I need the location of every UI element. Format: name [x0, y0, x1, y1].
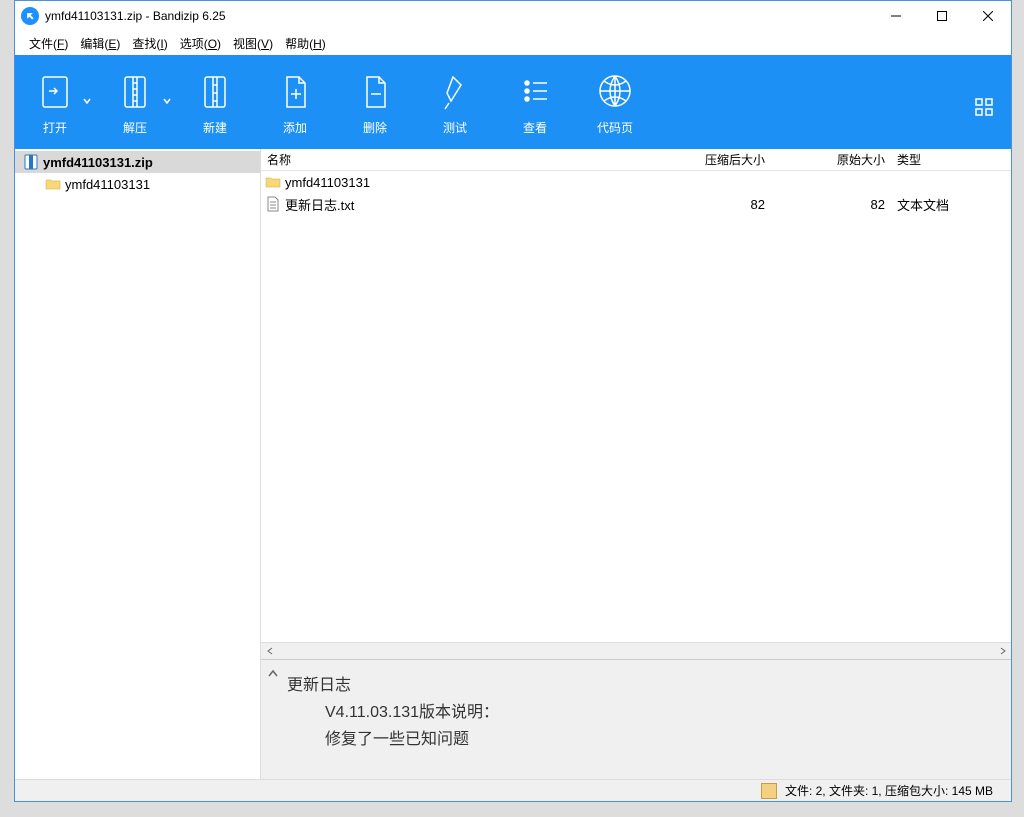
toolbar-add-label: 添加 — [283, 119, 307, 136]
chevron-down-icon[interactable] — [83, 97, 91, 105]
toolbar-view-label: 查看 — [523, 119, 547, 136]
menu-help[interactable]: 帮助(H) — [285, 35, 326, 52]
list-body[interactable]: ymfd41103131 更新日志.txt 82 82 文本文档 — [261, 171, 1011, 642]
archive-icon — [761, 783, 777, 799]
list-row[interactable]: ymfd41103131 — [261, 171, 1011, 193]
zip-icon — [23, 154, 39, 170]
content-area: ymfd41103131.zip ymfd41103131 名称 压缩后大小 原… — [15, 149, 1011, 779]
codepage-icon — [595, 69, 635, 113]
tree-root[interactable]: ymfd41103131.zip — [15, 151, 260, 173]
toolbar-test-label: 测试 — [443, 119, 467, 136]
col-orig[interactable]: 原始大小 — [771, 151, 891, 168]
new-icon — [195, 69, 235, 113]
cell-packed: 82 — [651, 197, 771, 212]
list-header: 名称 压缩后大小 原始大小 类型 — [261, 149, 1011, 171]
toolbar-test[interactable]: 测试 — [415, 55, 495, 149]
view-icon — [515, 69, 555, 113]
test-icon — [435, 69, 475, 113]
folder-icon — [45, 176, 61, 192]
open-icon — [35, 69, 75, 113]
window-controls — [873, 1, 1011, 31]
menubar: 文件(F) 编辑(E) 查找(I) 选项(O) 视图(V) 帮助(H) — [15, 31, 1011, 55]
add-icon — [275, 69, 315, 113]
scroll-left-icon[interactable] — [261, 643, 278, 660]
toolbar-view[interactable]: 查看 — [495, 55, 575, 149]
toolbar-delete[interactable]: 删除 — [335, 55, 415, 149]
tree-panel[interactable]: ymfd41103131.zip ymfd41103131 — [15, 149, 261, 779]
main-panel: 名称 压缩后大小 原始大小 类型 ymfd41103131 更新日志.txt 8… — [261, 149, 1011, 779]
list-row[interactable]: 更新日志.txt 82 82 文本文档 — [261, 193, 1011, 215]
toolbar-layout[interactable] — [975, 55, 1011, 149]
txt-icon — [265, 196, 281, 212]
tree-root-label: ymfd41103131.zip — [43, 155, 153, 170]
tree-child[interactable]: ymfd41103131 — [15, 173, 260, 195]
col-packed[interactable]: 压缩后大小 — [651, 151, 771, 168]
preview-panel[interactable]: 更新日志 V4.11.03.131版本说明： 修复了一些已知问题 — [261, 659, 1011, 779]
toolbar: 打开 解压 新建 添加 删除 测试 查看 代码页 — [15, 55, 1011, 149]
toolbar-open[interactable]: 打开 — [15, 55, 95, 149]
titlebar[interactable]: ymfd41103131.zip - Bandizip 6.25 — [15, 1, 1011, 31]
close-button[interactable] — [965, 1, 1011, 31]
menu-view[interactable]: 视图(V) — [233, 35, 273, 52]
grid-icon — [975, 98, 993, 116]
menu-find[interactable]: 查找(I) — [132, 35, 167, 52]
menu-file[interactable]: 文件(F) — [29, 35, 68, 52]
toolbar-codepage-label: 代码页 — [597, 119, 633, 136]
preview-line-3: 修复了一些已知问题 — [287, 726, 985, 753]
col-type[interactable]: 类型 — [891, 151, 1011, 168]
cell-name: ymfd41103131 — [285, 175, 651, 190]
window-title: ymfd41103131.zip - Bandizip 6.25 — [45, 9, 226, 23]
toolbar-extract[interactable]: 解压 — [95, 55, 175, 149]
maximize-button[interactable] — [919, 1, 965, 31]
col-name[interactable]: 名称 — [261, 151, 651, 168]
toolbar-codepage[interactable]: 代码页 — [575, 55, 655, 149]
delete-icon — [355, 69, 395, 113]
cell-name: 更新日志.txt — [285, 195, 651, 214]
tree-child-label: ymfd41103131 — [65, 177, 150, 192]
app-icon — [21, 7, 39, 25]
chevron-down-icon[interactable] — [163, 97, 171, 105]
status-text: 文件: 2, 文件夹: 1, 压缩包大小: 145 MB — [785, 782, 993, 799]
cell-type: 文本文档 — [891, 195, 1011, 214]
minimize-button[interactable] — [873, 1, 919, 31]
menu-options[interactable]: 选项(O) — [180, 35, 221, 52]
preview-line-1: 更新日志 — [287, 672, 985, 699]
toolbar-extract-label: 解压 — [123, 119, 147, 136]
menu-edit[interactable]: 编辑(E) — [80, 35, 120, 52]
folder-icon — [265, 174, 281, 190]
cell-orig: 82 — [771, 197, 891, 212]
toolbar-new[interactable]: 新建 — [175, 55, 255, 149]
extract-icon — [115, 69, 155, 113]
preview-line-2: V4.11.03.131版本说明： — [287, 699, 985, 726]
app-window: ymfd41103131.zip - Bandizip 6.25 文件(F) 编… — [14, 0, 1012, 802]
toolbar-add[interactable]: 添加 — [255, 55, 335, 149]
toolbar-new-label: 新建 — [203, 119, 227, 136]
status-bar: 文件: 2, 文件夹: 1, 压缩包大小: 145 MB — [15, 779, 1011, 801]
toolbar-delete-label: 删除 — [363, 119, 387, 136]
collapse-icon[interactable] — [267, 662, 279, 689]
toolbar-open-label: 打开 — [43, 119, 67, 136]
scroll-right-icon[interactable] — [994, 643, 1011, 660]
horizontal-scrollbar[interactable] — [261, 642, 1011, 659]
